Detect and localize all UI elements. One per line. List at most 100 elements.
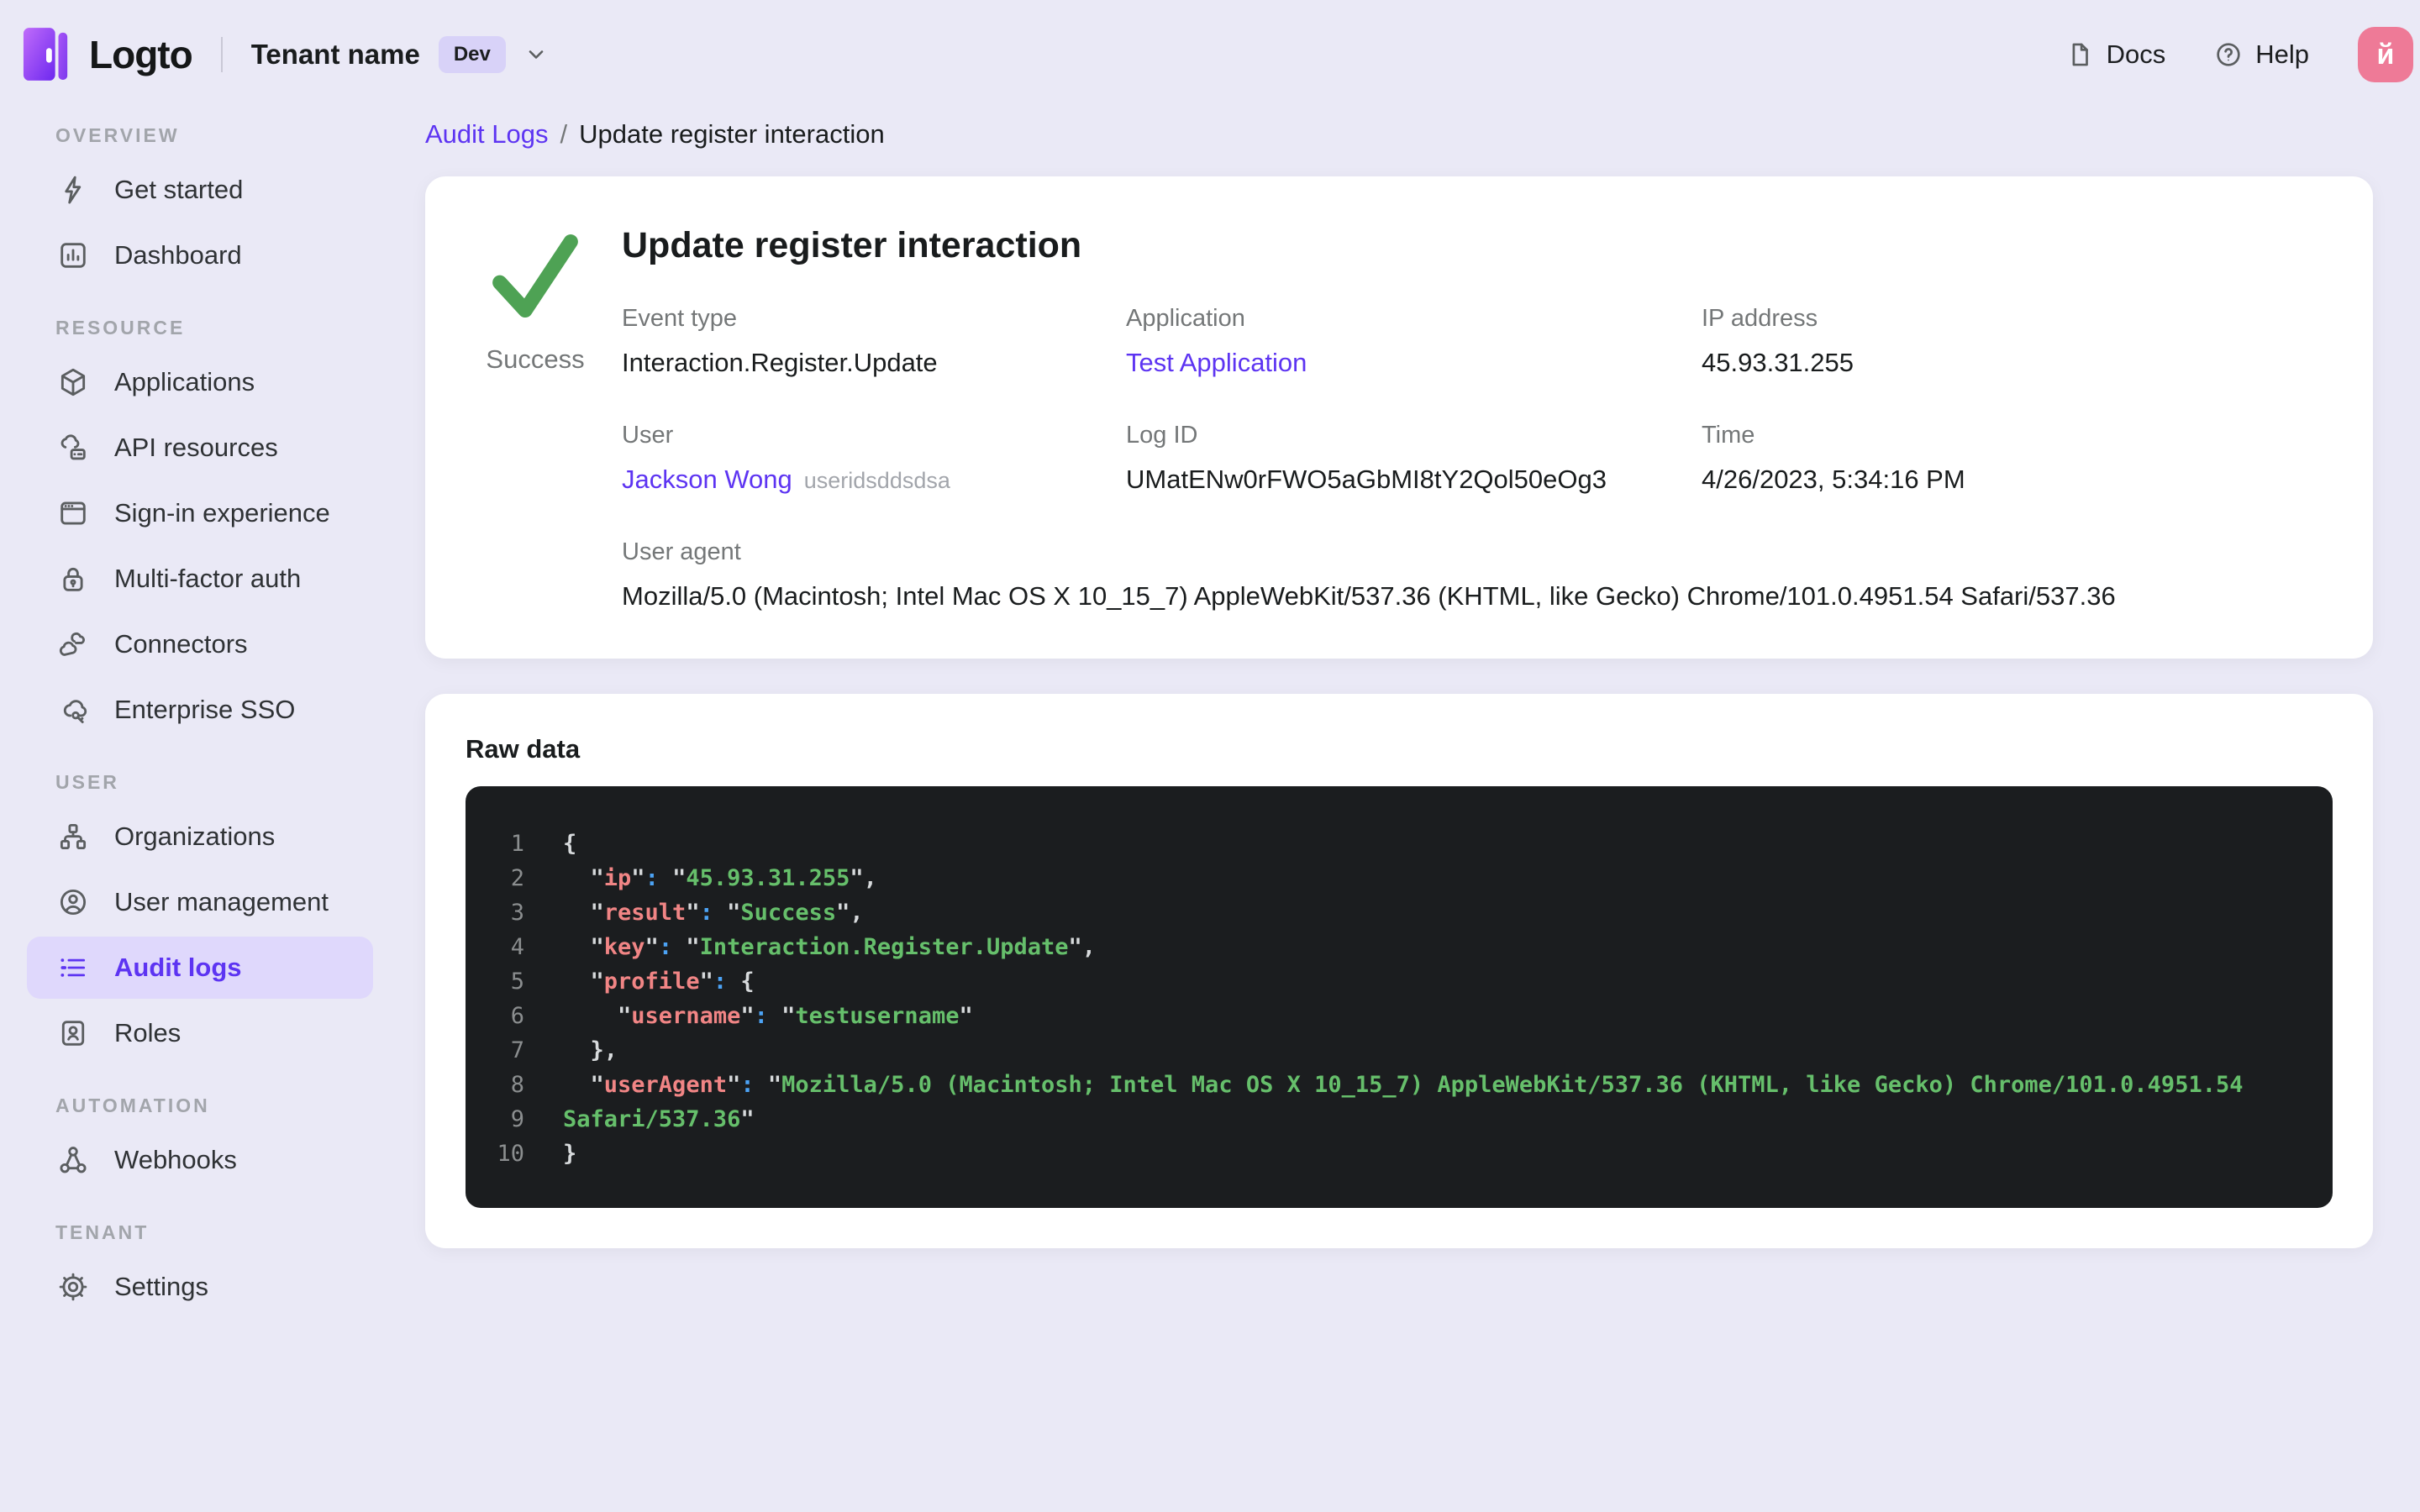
field-time: Time 4/26/2023, 5:34:16 PM — [1702, 422, 2326, 495]
code-row: 2 "ip": "45.93.31.255", — [482, 861, 2302, 895]
document-icon — [2065, 40, 2094, 69]
field-value-suffix: useridsddsdsa — [803, 468, 950, 493]
sidebar-section-label: AUTOMATION — [55, 1095, 210, 1116]
sidebar-section-label: USER — [55, 771, 119, 793]
success-check-icon — [489, 227, 581, 326]
sidebar-item-label: Roles — [114, 1018, 182, 1047]
status-column: Success — [472, 223, 598, 612]
code-line: "result": "Success", — [563, 900, 864, 926]
sidebar-item-applications[interactable]: Applications — [27, 351, 373, 413]
code-row: 1{ — [482, 827, 2302, 861]
field-value-link[interactable]: Jackson Wong — [622, 465, 792, 494]
tenant-selector[interactable]: Tenant name Dev — [251, 36, 548, 73]
sidebar-item-label: Get started — [114, 175, 244, 204]
sidebar-item-label: Organizations — [114, 822, 276, 851]
raw-data-codeblock[interactable]: 1{2 "ip": "45.93.31.255", 3 "result": "Su… — [466, 786, 2333, 1208]
code-row: 6 "username": "testusername" — [482, 999, 2302, 1033]
sidebar-item-api-resources[interactable]: API resources — [27, 417, 373, 479]
help-button[interactable]: Help — [2214, 39, 2309, 70]
sidebar-item-settings[interactable]: Settings — [27, 1256, 373, 1318]
field-value-text: 45.93.31.255 — [1702, 348, 1854, 377]
field-value-link[interactable]: Test Application — [1126, 348, 1307, 377]
sidebar-item-roles[interactable]: Roles — [27, 1002, 373, 1064]
raw-data-card: Raw data 1{2 "ip": "45.93.31.255", 3 "res… — [425, 694, 2373, 1248]
sidebar-item-dashboard[interactable]: Dashboard — [27, 224, 373, 286]
sidebar-item-label: Multi-factor auth — [114, 564, 302, 593]
code-row: 4 "key": "Interaction.Register.Update", — [482, 930, 2302, 964]
sidebar-item-audit-logs[interactable]: Audit logs — [27, 937, 373, 999]
user-management-icon — [57, 886, 89, 918]
user-avatar[interactable]: й — [2358, 27, 2413, 82]
sidebar-section-resource: RESOURCE Applications API resources Sign-in… — [0, 317, 385, 741]
sidebar-section-overview: OVERVIEW Get started Dashboard — [0, 124, 385, 286]
sidebar-item-connectors[interactable]: Connectors — [27, 613, 373, 675]
sidebar-section-automation: AUTOMATION Webhooks — [0, 1095, 385, 1191]
field-log-id: Log ID UMatENw0rFWO5aGbMI8tY2Qol50eOg3 — [1126, 422, 1702, 495]
mfa-icon — [57, 563, 89, 595]
help-label: Help — [2255, 39, 2309, 69]
page-title: Update register interaction — [622, 225, 1082, 265]
breadcrumb: Audit Logs / Update register interaction — [425, 118, 2373, 151]
code-line-number: 10 — [497, 1141, 524, 1167]
help-icon — [2214, 40, 2243, 69]
code-line: "ip": "45.93.31.255", — [563, 865, 877, 891]
field-label: Event type — [622, 305, 738, 332]
sidebar-item-organizations[interactable]: Organizations — [27, 806, 373, 868]
bolt-icon — [57, 174, 89, 206]
code-line: Safari/537.36" — [563, 1106, 755, 1132]
sidebar-item-user-management[interactable]: User management — [27, 871, 373, 933]
code-row: 5 "profile": { — [482, 964, 2302, 999]
raw-data-title: Raw data — [466, 734, 581, 764]
sign-in-icon — [57, 497, 89, 529]
event-body: Update register interaction Event type In… — [622, 223, 2326, 612]
field-label: User — [622, 422, 674, 449]
settings-icon — [57, 1271, 89, 1303]
sidebar-section-label: OVERVIEW — [55, 124, 180, 146]
sidebar-item-enterprise-sso[interactable]: Enterprise SSO — [27, 679, 373, 741]
sidebar-item-label: Connectors — [114, 629, 248, 659]
code-line: { — [563, 831, 577, 857]
dashboard-icon — [57, 239, 89, 271]
field-value-event-type: Interaction.Register.Update — [622, 348, 1126, 378]
breadcrumb-parent-link[interactable]: Audit Logs — [425, 118, 549, 151]
logto-logo-icon — [22, 23, 71, 87]
field-event-type: Event type Interaction.Register.Update — [622, 305, 1126, 378]
field-label: Time — [1702, 422, 1755, 449]
sidebar-item-label: Webhooks — [114, 1145, 237, 1174]
sidebar-item-sign-in-experience[interactable]: Sign-in experience — [27, 482, 373, 544]
webhooks-icon — [57, 1144, 89, 1176]
chevron-down-icon[interactable] — [524, 43, 548, 66]
sidebar-item-label: User management — [114, 887, 329, 916]
detail-grid: Event type Interaction.Register.Update App… — [622, 305, 2326, 612]
field-value-user-agent: Mozilla/5.0 (Macintosh; Intel Mac OS X 1… — [622, 581, 2326, 612]
field-value-text: Mozilla/5.0 (Macintosh; Intel Mac OS X 1… — [622, 581, 2116, 611]
sidebar: OVERVIEW Get started Dashboard RESOURCE Appl… — [0, 109, 385, 1512]
sidebar-item-label: API resources — [114, 433, 278, 462]
code-line-number: 3 — [510, 900, 524, 926]
sidebar-item-get-started[interactable]: Get started — [27, 159, 373, 221]
sidebar-item-multi-factor-auth[interactable]: Multi-factor auth — [27, 548, 373, 610]
event-detail-card: Success Update register interaction Even… — [425, 176, 2373, 659]
code-row: 3 "result": "Success", — [482, 895, 2302, 930]
status-badge: Success — [486, 344, 585, 374]
field-label: Log ID — [1126, 422, 1198, 449]
brand: Logto — [22, 23, 193, 87]
code-line: "profile": { — [563, 969, 755, 995]
field-value-application: Test Application — [1126, 348, 1702, 378]
applications-icon — [57, 366, 89, 398]
docs-button[interactable]: Docs — [2065, 39, 2165, 70]
field-user-agent: User agent Mozilla/5.0 (Macintosh; Intel … — [622, 538, 2326, 612]
field-application: Application Test Application — [1126, 305, 1702, 378]
code-line: } — [563, 1141, 577, 1167]
sidebar-section-label: RESOURCE — [55, 317, 186, 339]
code-line-number: 5 — [510, 969, 524, 995]
code-line: "username": "testusername" — [563, 1003, 973, 1029]
code-line: "key": "Interaction.Register.Update", — [563, 934, 1097, 960]
code-line: }, — [563, 1037, 618, 1063]
breadcrumb-current: Update register interaction — [579, 119, 885, 149]
code-row: 7 }, — [482, 1033, 2302, 1068]
sidebar-item-webhooks[interactable]: Webhooks — [27, 1129, 373, 1191]
enterprise-sso-icon — [57, 694, 89, 726]
code-line: "userAgent": "Mozilla/5.0 (Macintosh; In… — [563, 1072, 2244, 1098]
code-line-number: 9 — [510, 1106, 524, 1132]
